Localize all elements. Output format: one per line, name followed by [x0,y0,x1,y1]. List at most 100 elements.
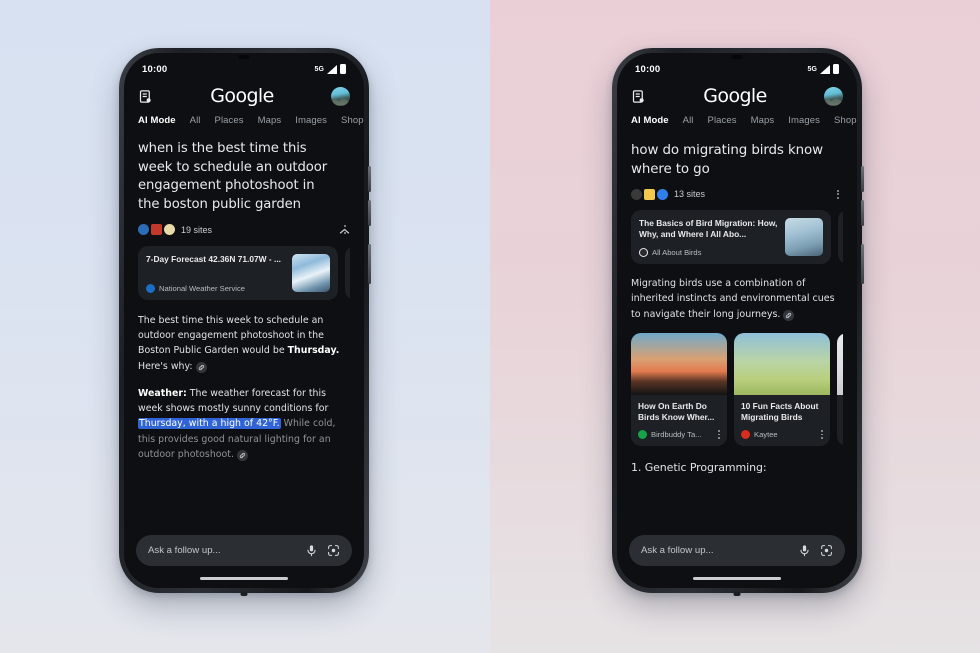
image-card-favicon [741,430,750,440]
microphone-icon[interactable] [798,544,811,557]
tab-all[interactable]: All [190,115,201,126]
tab-shopping[interactable]: Shopp [834,115,857,126]
more-options-icon[interactable] [832,188,843,200]
source-cards-rail[interactable]: The Basics of Bird Migration: How, Why, … [631,210,843,265]
image-card-thumbnail [837,333,843,396]
tab-places[interactable]: Places [708,115,737,126]
camera-notch [238,55,250,59]
microphone-icon[interactable] [305,544,318,557]
favicon-1 [631,188,642,200]
source-favicons [138,224,175,236]
follow-up-input[interactable]: Ask a follow up... [136,535,352,566]
source-card-publisher: National Weather Service [159,283,245,293]
sources-summary-row[interactable]: 19 sites [138,224,350,238]
more-options-icon[interactable] [718,430,720,439]
phone-mockup-right: 10:00 5G Google AI Mode All Places Maps … [612,48,864,596]
tab-places[interactable]: Places [215,115,244,126]
source-card[interactable]: Pub [345,245,350,300]
image-card-publisher: Kaytee [754,430,778,440]
more-options-icon[interactable] [821,430,823,439]
source-card[interactable]: Bird RSP [838,210,843,265]
power-button[interactable] [861,244,864,284]
status-indicators: 5G [807,64,839,74]
tab-images[interactable]: Images [295,115,327,126]
tab-maps[interactable]: Maps [751,115,775,126]
network-type-label: 5G [807,65,817,73]
favicon-3 [164,224,175,236]
image-card[interactable]: How On Earth Do Birds Know Wher... Birdb… [631,333,727,447]
status-time: 10:00 [635,63,661,75]
favicon-3 [657,188,668,200]
avatar[interactable] [331,86,350,106]
power-button[interactable] [368,244,371,284]
tab-shopping[interactable]: Shopp [341,115,364,126]
volume-down-button[interactable] [368,200,371,226]
bottom-bar: Ask a follow up... [617,521,857,588]
follow-up-placeholder: Ask a follow up... [148,545,221,556]
image-card-thumbnail [734,333,830,396]
volume-down-button[interactable] [861,200,864,226]
source-cards-rail[interactable]: 7-Day Forecast 42.36N 71.07W - ... Natio… [138,245,350,300]
image-cards-rail[interactable]: How On Earth Do Birds Know Wher... Birdb… [631,333,843,447]
bottom-bar: Ask a follow up... [124,521,364,588]
tab-images[interactable]: Images [788,115,820,126]
citation-link-icon[interactable] [236,449,248,461]
battery-icon [340,64,346,74]
battery-icon [833,64,839,74]
ai-answer: The best time this week to schedule an o… [138,313,350,462]
phone-mockup-left: 10:00 5G Google AI Mode All Places Maps … [119,48,371,596]
citation-link-icon[interactable] [195,361,207,373]
google-lens-icon[interactable] [820,544,833,557]
network-type-label: 5G [314,65,324,73]
tab-ai-mode[interactable]: AI Mode [631,115,669,126]
source-card-title: 7-Day Forecast 42.36N 71.07W - ... [146,253,281,264]
app-header: Google [617,79,857,113]
tab-ai-mode[interactable]: AI Mode [138,115,176,126]
image-card-favicon [638,430,647,440]
source-favicons [631,188,668,200]
bottom-port [733,592,741,596]
favicon-1 [138,224,149,236]
favicon-2 [644,188,655,200]
tab-maps[interactable]: Maps [258,115,282,126]
answer-paragraph-1: The best time this week to schedule an o… [138,313,350,374]
source-card-thumbnail [292,253,330,292]
volume-up-button[interactable] [368,166,371,192]
follow-up-input[interactable]: Ask a follow up... [629,535,845,566]
bottom-port [240,592,248,596]
status-time: 10:00 [142,63,168,75]
content-area-right: how do migrating birds know where to go … [617,141,857,474]
follow-up-placeholder: Ask a follow up... [641,545,714,556]
signal-strength-icon [327,64,337,74]
source-card-meta: All About Birds [639,248,779,258]
answer-p1-bold: Thursday. [287,345,340,357]
image-card-title: How On Earth Do Birds Know Wher... [638,401,715,423]
section-heading: 1. Genetic Programming: [631,461,767,475]
sources-summary-row[interactable]: 13 sites [631,188,843,202]
citation-link-icon[interactable] [783,309,795,321]
tab-all[interactable]: All [683,115,694,126]
google-lens-icon[interactable] [327,544,340,557]
volume-up-button[interactable] [861,166,864,192]
highlighted-text: Thursday, with a high of 42°F. [138,418,281,430]
image-card-thumbnail [631,333,727,396]
query-text: when is the best time this week to sched… [138,141,328,213]
source-card[interactable]: 7-Day Forecast 42.36N 71.07W - ... Natio… [138,245,338,300]
signal-strength-icon [820,64,830,74]
more-options-icon[interactable] [339,224,350,236]
tab-bar: AI Mode All Places Maps Images Shopp [124,113,364,126]
source-card[interactable]: The Basics of Bird Migration: How, Why, … [631,210,831,265]
history-document-icon[interactable] [138,89,153,104]
google-logo: Google [210,84,274,107]
source-card-meta: National Weather Service [146,283,286,293]
avatar[interactable] [824,86,843,106]
home-indicator [200,577,288,580]
sites-count-label: 13 sites [674,189,706,200]
image-card-title: 10 Fun Facts About Migrating Birds [741,401,819,423]
image-card[interactable]: How Kno [837,333,843,447]
image-card[interactable]: 10 Fun Facts About Migrating Birds Kayte… [734,333,830,447]
status-indicators: 5G [314,64,346,74]
tab-bar: AI Mode All Places Maps Images Shopp [617,113,857,126]
history-document-icon[interactable] [631,89,646,104]
answer-paragraph-2: Weather: The weather forecast for this w… [138,386,350,462]
